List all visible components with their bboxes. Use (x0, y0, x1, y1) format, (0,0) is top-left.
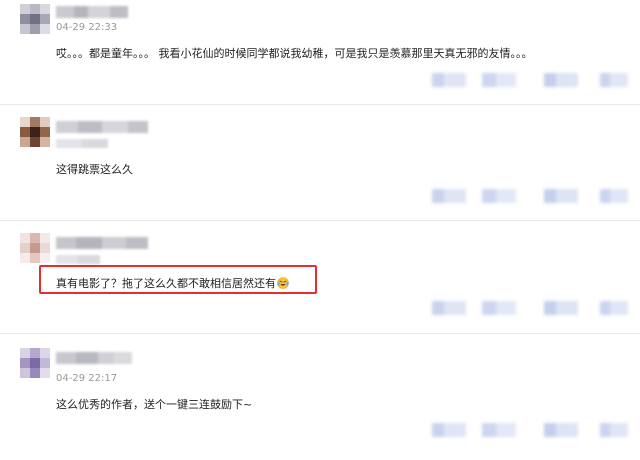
username-blurred[interactable] (56, 121, 148, 133)
comment-text: 这得跳票这么久 (56, 163, 133, 176)
like-button[interactable] (432, 73, 466, 87)
comment-actions (432, 73, 632, 87)
highlight-annotation-box (39, 265, 317, 294)
share-button[interactable] (544, 301, 578, 315)
username-blurred[interactable] (56, 6, 128, 18)
avatar[interactable] (20, 117, 50, 147)
comment-item: 04-29 22:33 哎。。。都是童年。。。 我看小花仙的时候同学都说我幼稚，… (0, 0, 640, 100)
share-button[interactable] (544, 73, 578, 87)
avatar[interactable] (20, 233, 50, 263)
comment-actions (432, 423, 632, 437)
dislike-button[interactable] (482, 301, 516, 315)
comment-meta-blurred (56, 255, 100, 264)
comment-text: 哎。。。都是童年。。。 我看小花仙的时候同学都说我幼稚，可是我只是羡慕那里天真无… (56, 47, 533, 60)
dislike-button[interactable] (482, 423, 516, 437)
avatar[interactable] (20, 4, 50, 34)
reply-button[interactable] (600, 423, 628, 437)
username-blurred[interactable] (56, 237, 148, 249)
comment-item: 这得跳票这么久 (0, 105, 640, 220)
like-button[interactable] (432, 423, 466, 437)
username-blurred[interactable] (56, 352, 132, 364)
like-button[interactable] (432, 189, 466, 203)
reply-button[interactable] (600, 189, 628, 203)
comment-meta-blurred (56, 139, 108, 148)
comment-actions (432, 301, 632, 315)
comment-actions (432, 189, 632, 203)
reply-button[interactable] (600, 301, 628, 315)
share-button[interactable] (544, 423, 578, 437)
dislike-button[interactable] (482, 73, 516, 87)
reply-button[interactable] (600, 73, 628, 87)
comment-time: 04-29 22:33 (56, 22, 118, 33)
comment-text: 这么优秀的作者，送个一键三连鼓励下~ (56, 398, 253, 411)
dislike-button[interactable] (482, 189, 516, 203)
comment-time: 04-29 22:17 (56, 373, 118, 384)
comment-item: 04-29 22:17 这么优秀的作者，送个一键三连鼓励下~ (0, 334, 640, 460)
share-button[interactable] (544, 189, 578, 203)
like-button[interactable] (432, 301, 466, 315)
avatar[interactable] (20, 348, 50, 378)
